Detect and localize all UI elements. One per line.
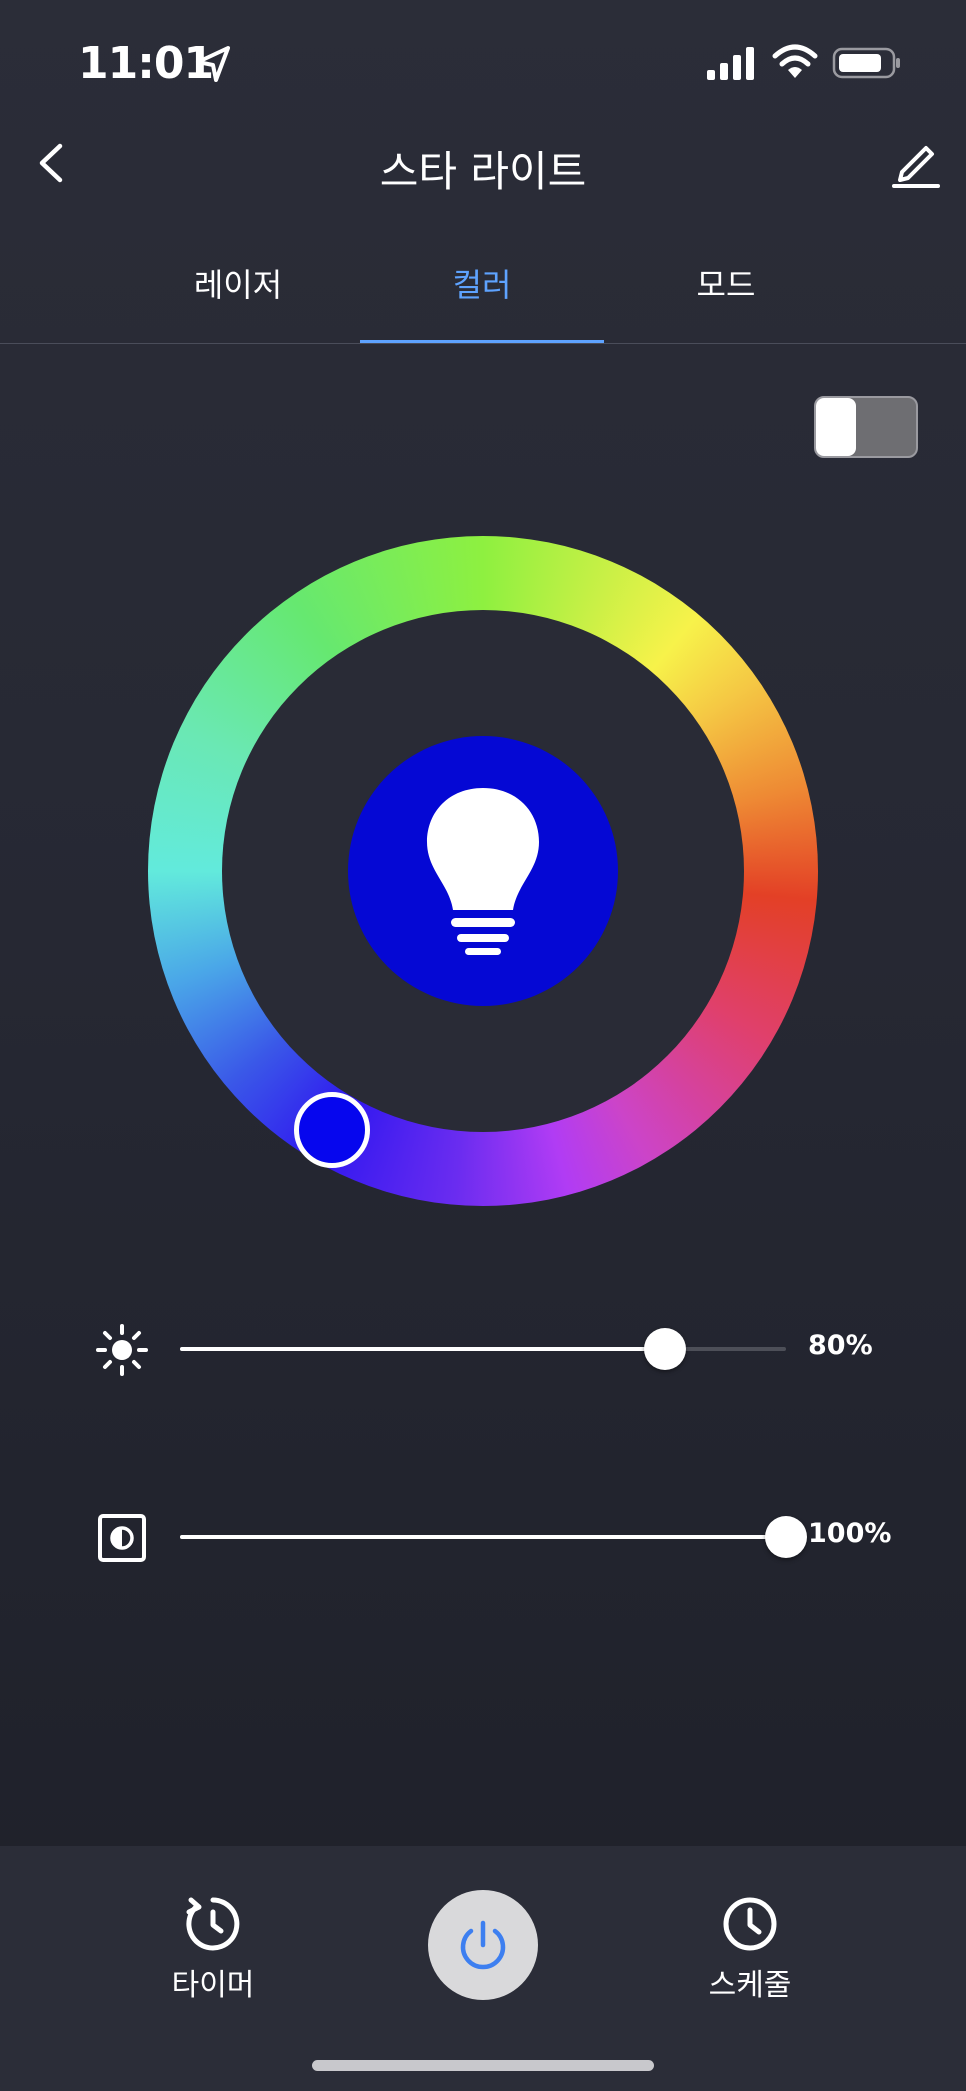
contrast-slider-row: 100% [0, 1506, 966, 1566]
clock-icon [723, 1897, 777, 1951]
status-bar: 11:01 [0, 0, 966, 120]
sun-icon [96, 1324, 148, 1376]
contrast-slider-thumb[interactable] [765, 1516, 807, 1558]
brightness-value: 80% [808, 1330, 873, 1361]
power-button[interactable] [428, 1890, 538, 2000]
bottom-bar: 타이머 스케줄 [0, 1846, 966, 2091]
contrast-slider-fill [180, 1535, 786, 1539]
timer-label: 타이머 [171, 1968, 255, 2003]
brightness-slider-row: 80% [0, 1318, 966, 1378]
schedule-button[interactable]: 스케줄 [660, 1846, 840, 2004]
power-icon [460, 1920, 506, 1970]
page-title: 스타 라이트 [379, 147, 587, 196]
battery-icon [832, 47, 900, 79]
timer-icon [186, 1897, 240, 1951]
tab-laser[interactable]: 레이저 [116, 260, 360, 306]
pencil-icon[interactable] [888, 136, 942, 190]
brightness-slider[interactable] [180, 1328, 786, 1370]
toggle-knob [816, 398, 856, 456]
timer-button[interactable]: 타이머 [123, 1846, 303, 2004]
color-wheel[interactable] [148, 536, 818, 1206]
contrast-icon [98, 1514, 146, 1562]
contrast-slider[interactable] [180, 1516, 807, 1558]
color-picker-handle[interactable] [294, 1092, 370, 1168]
tab-bar: 레이저 컬러 모드 [0, 240, 966, 344]
nav-bar: 스타 라이트 [0, 120, 966, 204]
active-tab-indicator [360, 340, 604, 343]
signal-icon [707, 47, 754, 80]
home-indicator [312, 2060, 654, 2071]
wifi-icon [772, 44, 818, 78]
selected-color-preview [348, 736, 618, 1006]
schedule-label: 스케줄 [708, 1968, 792, 2003]
tab-mode[interactable]: 모드 [604, 260, 848, 306]
tab-color[interactable]: 컬러 [360, 260, 604, 306]
power-toggle[interactable] [814, 396, 918, 458]
brightness-slider-thumb[interactable] [643, 1328, 686, 1370]
brightness-slider-fill [180, 1347, 665, 1351]
status-time: 11:01 [78, 38, 214, 89]
contrast-value: 100% [808, 1518, 892, 1549]
location-arrow-icon [196, 46, 230, 82]
light-bulb-icon [427, 788, 539, 955]
